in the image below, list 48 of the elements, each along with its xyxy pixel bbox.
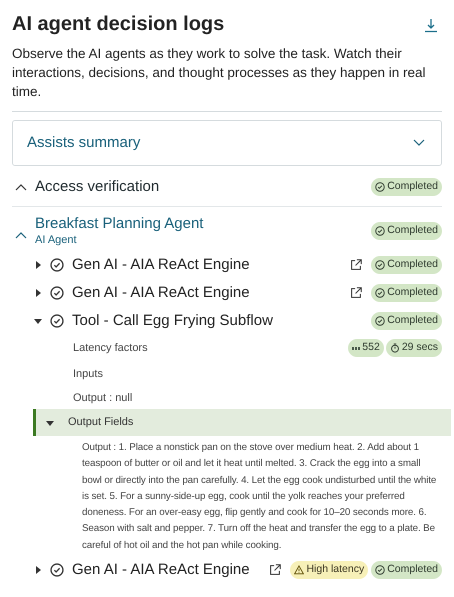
page-description: Observe the AI agents as they work to solve the task. Watch their interactions, decisions, and thought processes as they happen in real time. xyxy=(12,45,427,101)
stopwatch-icon xyxy=(390,343,400,353)
output-text: Output : 1. Place a nonstick pan on the stove over medium heat. 2. Add about 1 teaspoon of butter or oil and let it heat until melted. 3. Crack the egg into a small bowl or directly into the pan carefully. 4. Let the egg cook undisturbed until the white is set. 5. For a sunny-side-up egg, cook until the yolk reaches your preferred doneness. For an over-easy egg, flip gently and cook for 10–20 seconds more. 6. Season with salt and pepper. 7. Turn off the heat and transfer the egg to a plate. Be careful of hot oil and the hot pan while cooking. xyxy=(81,441,438,553)
external-link-icon[interactable] xyxy=(349,286,364,300)
time-badge: 29 secs xyxy=(386,339,442,357)
inputs-label: Inputs xyxy=(73,366,103,382)
chevron-up-icon[interactable] xyxy=(15,231,27,239)
external-link-icon[interactable] xyxy=(349,258,364,272)
step-title[interactable]: Gen AI - AIA ReAct Engine xyxy=(72,254,250,276)
warning-badge: High latency xyxy=(290,561,368,579)
step-title[interactable]: Gen AI - AIA ReAct Engine xyxy=(72,282,250,304)
agent-title[interactable]: Breakfast Planning Agent xyxy=(35,215,204,233)
status-badge: Completed xyxy=(371,284,442,302)
caret-right-icon[interactable] xyxy=(34,566,42,574)
check-circle-icon xyxy=(375,226,386,236)
token-badge: 552 xyxy=(348,339,384,357)
output-label: Output : null xyxy=(73,390,132,406)
check-circle-icon xyxy=(50,563,64,578)
chevron-down-icon[interactable] xyxy=(413,139,425,147)
check-circle-icon xyxy=(375,565,386,576)
status-badge: Completed xyxy=(371,312,442,330)
caret-down-icon[interactable] xyxy=(34,317,42,325)
check-circle-icon xyxy=(375,182,386,192)
status-badge: Completed xyxy=(371,178,442,196)
latency-label: Latency factors xyxy=(73,340,148,356)
check-circle-icon xyxy=(50,258,64,272)
section-title[interactable]: Access verification xyxy=(35,176,160,198)
external-link-icon[interactable] xyxy=(268,563,282,578)
output-fields-header[interactable]: Output Fields xyxy=(33,409,451,436)
summary-accordion[interactable]: Assists summary xyxy=(12,120,442,166)
status-badge: Completed xyxy=(371,256,442,274)
check-circle-icon xyxy=(375,288,386,298)
step-title[interactable]: Gen AI - AIA ReAct Engine xyxy=(72,558,250,582)
agent-subtitle: AI Agent xyxy=(35,233,78,247)
step-title[interactable]: Tool - Call Egg Frying Subflow xyxy=(72,310,273,332)
page-title: AI agent decision logs xyxy=(12,12,224,37)
chevron-up-icon[interactable] xyxy=(15,183,27,191)
download-icon[interactable] xyxy=(424,18,438,34)
check-circle-icon xyxy=(375,316,386,326)
caret-right-icon[interactable] xyxy=(34,261,42,269)
warning-icon xyxy=(294,565,304,576)
status-badge: Completed xyxy=(371,561,442,579)
caret-right-icon[interactable] xyxy=(34,289,42,297)
check-circle-icon xyxy=(50,286,64,300)
check-circle-icon xyxy=(375,260,386,270)
check-circle-icon xyxy=(50,314,64,328)
status-badge: Completed xyxy=(371,222,442,240)
caret-down-icon[interactable] xyxy=(46,418,54,426)
